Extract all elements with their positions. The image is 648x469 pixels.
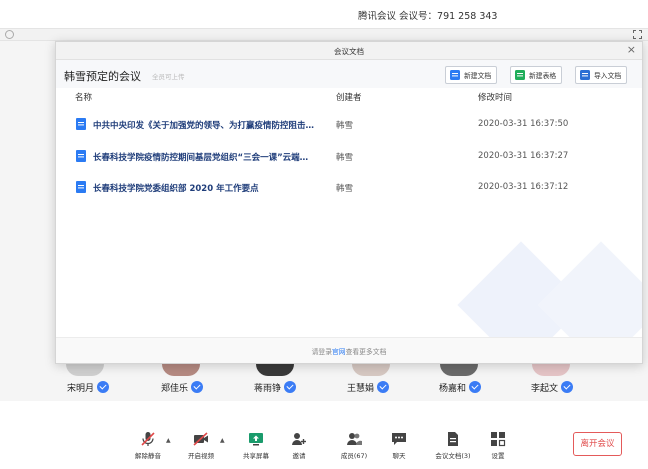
unmute-button[interactable]: 解除静音 xyxy=(124,431,172,460)
import-document-button[interactable]: 导入文档 xyxy=(575,66,628,84)
verified-icon xyxy=(469,381,482,393)
verified-icon xyxy=(377,381,390,393)
participant-name: 郑佳乐 xyxy=(161,383,189,394)
share-screen-button[interactable]: 共享屏幕 xyxy=(232,431,280,460)
leave-meeting-button[interactable]: 离开会议 xyxy=(573,432,622,456)
dialog-titlebar: 会议文档 × xyxy=(56,42,642,60)
import-document-label: 导入文档 xyxy=(594,72,622,80)
start-video-label: 开启视频 xyxy=(188,452,214,460)
table-row[interactable]: 长春科技学院疫情防控期间基层党组织“三会一课”云端… 韩雪 2020-03-31… xyxy=(56,142,642,170)
footer-suffix: 查看更多文档 xyxy=(345,348,387,356)
participant-name: 宋明月 xyxy=(67,383,95,394)
view-bar xyxy=(0,28,648,41)
doc-icon xyxy=(76,150,86,162)
participant-tile[interactable]: 蒋雨铮 xyxy=(254,373,297,401)
verified-icon xyxy=(284,381,297,393)
participant-name: 蒋雨铮 xyxy=(254,383,282,394)
file-modified-time: 2020-03-31 16:37:12 xyxy=(478,182,569,192)
table-row[interactable]: 中共中央印发《关于加强党的领导、为打赢疫情防控阻击… 韩雪 2020-03-31… xyxy=(56,110,642,138)
chat-label: 聊天 xyxy=(392,452,406,460)
verified-icon xyxy=(561,381,574,393)
chat-icon xyxy=(392,433,406,445)
doc-icon xyxy=(76,181,86,193)
settings-icon xyxy=(491,432,506,447)
file-name[interactable]: 中共中央印发《关于加强党的领导、为打赢疫情防控阻击… xyxy=(93,119,314,131)
document-icon xyxy=(448,432,458,446)
start-video-button[interactable]: 开启视频 xyxy=(177,431,225,460)
new-document-icon xyxy=(450,70,460,80)
participant-name: 杨嘉和 xyxy=(439,383,467,394)
upload-permission-hint: 全员可上传 xyxy=(152,73,185,81)
file-name[interactable]: 长春科技学院疫情防控期间基层党组织“三会一课”云端… xyxy=(93,151,308,163)
file-creator: 韩雪 xyxy=(336,184,354,194)
fullscreen-icon[interactable] xyxy=(633,30,642,39)
table-header: 名称 创建者 修改时间 xyxy=(56,89,642,103)
camera-off-icon xyxy=(193,432,208,446)
members-icon xyxy=(347,433,362,445)
meeting-documents-button[interactable]: 会议文档(3) xyxy=(429,431,477,460)
participant-tile[interactable]: 郑佳乐 xyxy=(161,373,204,401)
dialog-header: 韩雪预定的会议 全员可上传 新建文档 新建表格 导入文档 xyxy=(56,60,642,88)
table-row[interactable]: 长春科技学院党委组织部 2020 年工作要点 韩雪 2020-03-31 16:… xyxy=(56,173,642,201)
new-document-button[interactable]: 新建文档 xyxy=(445,66,498,84)
video-options-caret[interactable]: ▲ xyxy=(220,437,225,444)
invite-button[interactable]: 邀请 xyxy=(275,431,323,460)
info-icon[interactable] xyxy=(5,30,14,39)
file-modified-time: 2020-03-31 16:37:27 xyxy=(478,151,569,161)
official-site-link[interactable]: 官网 xyxy=(332,348,346,356)
column-header-modified[interactable]: 修改时间 xyxy=(478,91,512,103)
top-bar: 腾讯会议 会议号：791 258 343 xyxy=(0,0,648,28)
file-creator: 韩雪 xyxy=(336,153,354,163)
meeting-title: 腾讯会议 会议号：791 258 343 xyxy=(358,11,498,22)
file-modified-time: 2020-03-31 16:37:50 xyxy=(478,119,569,129)
file-creator: 韩雪 xyxy=(336,121,354,131)
participant-name: 李起文 xyxy=(531,383,559,394)
new-sheet-button[interactable]: 新建表格 xyxy=(510,66,563,84)
verified-icon xyxy=(97,381,110,393)
footer-prefix: 请登录 xyxy=(311,348,332,356)
meeting-toolbar: 解除静音 ▲ 开启视频 ▲ 共享屏幕 邀请 成员(67) 聊天 会议文档(3) … xyxy=(0,401,648,469)
invite-icon xyxy=(292,433,306,445)
participant-tile[interactable]: 宋明月 xyxy=(67,373,110,401)
dialog-title: 会议文档 xyxy=(334,47,364,56)
doc-icon xyxy=(76,118,86,130)
members-label: 成员(67) xyxy=(340,452,368,460)
mic-muted-icon xyxy=(141,432,155,446)
meeting-documents-label: 会议文档(3) xyxy=(435,452,471,460)
participant-tile[interactable]: 李起文 xyxy=(531,373,574,401)
unmute-label: 解除静音 xyxy=(135,452,161,460)
settings-label: 设置 xyxy=(491,452,505,460)
close-icon[interactable]: × xyxy=(627,44,636,56)
new-document-label: 新建文档 xyxy=(464,72,492,80)
dialog-footer: 请登录官网查看更多文档 xyxy=(56,337,642,363)
meeting-name: 韩雪预定的会议 xyxy=(64,70,141,83)
meeting-documents-dialog: 会议文档 × 韩雪预定的会议 全员可上传 新建文档 新建表格 导入文档 名称 创… xyxy=(55,41,643,364)
participant-tile[interactable]: 王慧娟 xyxy=(347,373,390,401)
members-button[interactable]: 成员(67) xyxy=(330,431,378,460)
screen-share-icon xyxy=(249,433,263,446)
new-sheet-icon xyxy=(515,70,525,80)
column-header-name[interactable]: 名称 xyxy=(75,91,92,103)
import-icon xyxy=(580,70,590,80)
participant-tile[interactable]: 杨嘉和 xyxy=(439,373,482,401)
participant-name: 王慧娟 xyxy=(347,383,375,394)
invite-label: 邀请 xyxy=(292,452,306,460)
audio-options-caret[interactable]: ▲ xyxy=(166,437,171,444)
file-name[interactable]: 长春科技学院党委组织部 2020 年工作要点 xyxy=(93,182,259,194)
new-sheet-label: 新建表格 xyxy=(529,72,557,80)
settings-button[interactable]: 设置 xyxy=(474,431,522,460)
column-header-creator[interactable]: 创建者 xyxy=(336,91,362,103)
verified-icon xyxy=(191,381,204,393)
chat-button[interactable]: 聊天 xyxy=(375,431,423,460)
share-screen-label: 共享屏幕 xyxy=(243,452,269,460)
